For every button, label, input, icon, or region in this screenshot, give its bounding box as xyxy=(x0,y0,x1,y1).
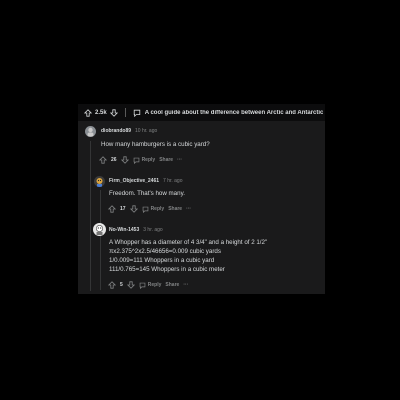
downvote-icon[interactable] xyxy=(126,281,135,289)
downvote-icon[interactable] xyxy=(129,205,138,213)
post-header-bar: 2.5k A cool guide about the difference b… xyxy=(78,104,325,121)
comment-bubble-icon xyxy=(133,109,141,117)
post-title[interactable]: A cool guide about the difference betwee… xyxy=(145,110,324,116)
comment-2: Firm_Objective_2461 7 hr. ago Freedom. T… xyxy=(109,176,185,198)
reply-icon xyxy=(139,282,146,289)
reply-label: Reply xyxy=(150,206,165,212)
comment-timestamp: 3 hr. ago xyxy=(143,227,163,233)
post-vote-count: 2.5k xyxy=(95,109,107,116)
more-options-button[interactable]: ··· xyxy=(177,157,182,163)
divider xyxy=(124,108,126,117)
comment-text-line: A Whopper has a diameter of 4 3/4" and a… xyxy=(109,239,268,246)
comment-body: How many hamburgers is a cubic yard? xyxy=(101,140,210,149)
thread-line xyxy=(100,190,101,290)
reply-button[interactable]: Reply xyxy=(139,282,162,289)
comment-1: diobrando89 10 hr. ago How many hamburge… xyxy=(101,126,210,149)
comment-actions: 26 Reply Share ··· xyxy=(99,155,182,165)
avatar[interactable] xyxy=(94,176,105,187)
comment-text-line: 1/0.009=111 Whoppers in a cubic yard xyxy=(109,257,215,264)
comment-username[interactable]: Firm_Objective_2461 xyxy=(109,178,159,184)
thread-line xyxy=(90,141,91,291)
comment-username[interactable]: diobrando89 xyxy=(101,128,131,134)
comment-text-line: 111/0.765=145 Whoppers in a cubic meter xyxy=(109,266,225,273)
reply-icon xyxy=(133,157,140,164)
share-button[interactable]: Share xyxy=(159,157,173,163)
upvote-icon[interactable] xyxy=(99,156,107,164)
comment-text-line: Freedom. That's how many. xyxy=(109,190,185,197)
comment-vote-count: 26 xyxy=(111,157,117,163)
reply-button[interactable]: Reply xyxy=(142,206,165,213)
comment-actions: 17 Reply Share ··· xyxy=(108,204,191,214)
comment-vote-count: 17 xyxy=(120,206,126,212)
share-button[interactable]: Share xyxy=(165,282,179,288)
more-options-button[interactable]: ··· xyxy=(186,206,191,212)
upvote-icon[interactable] xyxy=(84,108,92,117)
upvote-icon[interactable] xyxy=(108,205,116,213)
downvote-icon[interactable] xyxy=(120,156,129,164)
more-options-button[interactable]: ··· xyxy=(183,282,188,288)
share-button[interactable]: Share xyxy=(168,206,182,212)
reply-button[interactable]: Reply xyxy=(133,157,156,164)
downvote-icon[interactable] xyxy=(109,108,118,117)
reply-icon xyxy=(142,206,149,213)
reply-label: Reply xyxy=(141,157,156,163)
comment-meta: No-Win-1453 3 hr. ago xyxy=(109,225,267,235)
comment-username[interactable]: No-Win-1453 xyxy=(109,227,139,233)
comment-text-line: πx2.375^2x2.5/46656=0.009 cubic yards xyxy=(109,248,221,255)
comment-timestamp: 10 hr. ago xyxy=(135,128,158,134)
comment-text-line: How many hamburgers is a cubic yard? xyxy=(101,141,210,148)
comment-vote-count: 5 xyxy=(120,282,123,288)
comment-meta: diobrando89 10 hr. ago xyxy=(101,126,210,136)
post-vote-group: 2.5k xyxy=(84,108,118,117)
reply-label: Reply xyxy=(147,282,162,288)
avatar[interactable] xyxy=(85,126,96,137)
comment-actions: 5 Reply Share ··· xyxy=(108,280,188,290)
avatar[interactable] xyxy=(93,223,106,236)
comment-timestamp: 7 hr. ago xyxy=(163,178,183,184)
comment-body: A Whopper has a diameter of 4 3/4" and a… xyxy=(109,238,267,274)
comment-3: No-Win-1453 3 hr. ago A Whopper has a di… xyxy=(109,225,267,274)
comment-meta: Firm_Objective_2461 7 hr. ago xyxy=(109,176,185,186)
upvote-icon[interactable] xyxy=(108,281,116,289)
comment-body: Freedom. That's how many. xyxy=(109,189,185,198)
